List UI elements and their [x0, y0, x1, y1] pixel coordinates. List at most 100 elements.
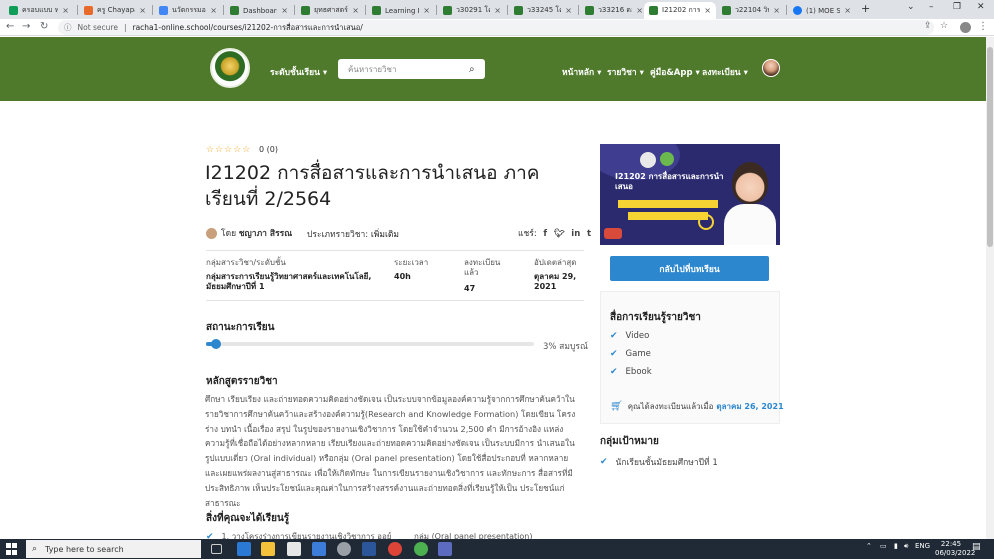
site-icon: [301, 6, 310, 15]
site-icon: [585, 6, 594, 15]
meta-group-value[interactable]: กลุ่มสาระการเรียนรู้วิทยาศาสตร์และเทคโนโ…: [206, 272, 381, 292]
not-secure-icon[interactable]: ⓘ: [64, 22, 72, 33]
browser-tab[interactable]: ครอบแบบ ทุกวิชา×: [4, 2, 74, 19]
tumblr-icon[interactable]: t: [587, 229, 591, 239]
file-explorer-icon[interactable]: [261, 542, 275, 556]
profile-icon[interactable]: [960, 22, 971, 33]
close-icon[interactable]: ×: [494, 6, 501, 15]
course-type: ประเภทรายวิชา: เพิ่มเติม: [307, 230, 399, 240]
reload-icon[interactable]: ↻: [40, 21, 48, 32]
close-icon[interactable]: ×: [704, 6, 711, 15]
status-heading: สถานะการเรียน: [206, 322, 275, 333]
close-icon[interactable]: ×: [565, 6, 572, 15]
app-icon[interactable]: [337, 542, 351, 556]
browser-tab[interactable]: Dashboard ×: [225, 2, 293, 19]
site-icon: [722, 6, 731, 15]
share-icon[interactable]: ⇪: [924, 21, 932, 31]
forward-arrow-icon[interactable]: →: [22, 21, 30, 32]
browser-tab[interactable]: (1) MOE Safe×: [788, 2, 856, 19]
taskbar-search[interactable]: ⌕ Type here to search: [26, 540, 201, 558]
network-icon[interactable]: ▭: [880, 542, 887, 550]
instructor-name[interactable]: ชญาภา สิรรณ: [239, 226, 292, 240]
close-icon[interactable]: ×: [62, 6, 69, 15]
browser-tab[interactable]: ว22104 วิทยาศ×: [717, 2, 785, 19]
search-icon[interactable]: ⌕: [469, 64, 485, 75]
close-icon[interactable]: ×: [210, 6, 217, 15]
progress-bar: [206, 339, 534, 349]
calculator-icon[interactable]: [438, 542, 452, 556]
nav-courses[interactable]: รายวิชา ▾: [607, 65, 644, 79]
back-to-lesson-button[interactable]: กลับไปที่บทเรียน: [610, 256, 769, 281]
close-icon[interactable]: ×: [773, 6, 780, 15]
close-icon[interactable]: ×: [636, 6, 643, 15]
clock[interactable]: 22:45 06/03/2022: [935, 540, 975, 558]
search-input[interactable]: ค้นหารายวิชา: [348, 63, 469, 76]
bookmark-star-icon[interactable]: ☆: [940, 21, 948, 31]
mail-icon[interactable]: [312, 542, 326, 556]
close-icon[interactable]: ×: [281, 6, 288, 15]
curriculum-heading: หลักสูตรรายวิชา: [206, 376, 278, 387]
globe-icon: [640, 152, 656, 168]
windows-start-icon[interactable]: [6, 543, 18, 555]
edge-icon[interactable]: [237, 542, 251, 556]
window-close-icon[interactable]: ✕: [977, 2, 985, 12]
progress-knob: [210, 339, 221, 349]
browser-tab[interactable]: Learning Engage×: [367, 2, 435, 19]
course-cover-image: I21202 การสื่อสารและการนำเสนอ: [600, 144, 780, 245]
close-icon[interactable]: ×: [139, 6, 146, 15]
browser-tab[interactable]: ยุทธศาสตร์ เขียน×: [296, 2, 364, 19]
tab-search-icon[interactable]: ⌄: [907, 2, 915, 12]
media-item-video: ✔ Video: [610, 331, 650, 341]
close-icon[interactable]: ×: [352, 6, 359, 15]
browser-tab[interactable]: ว33245 โครงงาน×: [509, 2, 577, 19]
browser-tab-active[interactable]: I21202 การสื่อ×: [644, 2, 716, 19]
task-view-icon[interactable]: [211, 544, 222, 554]
target-item: ✔ นักเรียนชั้นมัธยมศึกษาปีที่ 1: [600, 457, 718, 468]
chevron-down-icon: ▾: [695, 68, 700, 78]
browser-tab[interactable]: ว30291 โครงงาน×: [438, 2, 506, 19]
meta-enrolled-value: 47: [464, 284, 476, 293]
nav-register[interactable]: ลงทะเบียน ▾: [702, 65, 748, 79]
site-icon: [649, 6, 658, 15]
levels-menu[interactable]: ระดับชั้นเรียน ▾: [270, 65, 327, 79]
store-icon[interactable]: [287, 542, 301, 556]
close-icon[interactable]: ×: [844, 6, 851, 15]
facebook-icon[interactable]: f: [543, 229, 547, 239]
linkedin-icon[interactable]: in: [571, 229, 580, 239]
close-icon[interactable]: ×: [423, 6, 430, 15]
site-icon: [443, 6, 452, 15]
sheets-icon: [9, 6, 18, 15]
course-description: ศึกษา เรียบเรียง และถ่ายทอดความคิดอย่างช…: [205, 394, 576, 508]
volume-icon[interactable]: 🔊︎: [904, 542, 908, 551]
restore-icon[interactable]: ❐: [953, 2, 961, 12]
language-indicator[interactable]: ENG: [915, 542, 930, 550]
chrome-profile-icon[interactable]: [414, 542, 428, 556]
browser-tab[interactable]: ว33216 ดอกเม×: [580, 2, 648, 19]
twitter-icon[interactable]: 🐦︎: [554, 229, 565, 239]
search-bar[interactable]: ค้นหารายวิชา ⌕: [338, 59, 485, 79]
nav-home[interactable]: หน้าหลัก ▾: [562, 65, 601, 79]
word-icon[interactable]: [362, 542, 376, 556]
instructor[interactable]: โดย ชญาภา สิรรณ: [206, 226, 292, 240]
browser-tab[interactable]: ครู Chayapa ×: [79, 2, 151, 19]
site-icon: [514, 6, 523, 15]
back-arrow-icon[interactable]: ←: [6, 21, 14, 32]
cover-title: I21202 การสื่อสารและการนำเสนอ: [615, 172, 724, 191]
browser-tab[interactable]: นวัตกรรมอบรม×: [154, 2, 222, 19]
user-avatar[interactable]: [762, 59, 780, 77]
battery-icon[interactable]: ▮: [894, 542, 898, 550]
tray-chevron-icon[interactable]: ⌃: [866, 542, 872, 550]
browser-menu-icon[interactable]: ⋮: [978, 21, 988, 32]
school-logo[interactable]: [210, 48, 250, 88]
page-scrollbar[interactable]: [986, 37, 994, 539]
site-icon: [230, 6, 239, 15]
nav-manual[interactable]: คู่มือ&App ▾: [650, 65, 700, 79]
media-heading: สื่อการเรียนรู้รายวิชา: [610, 312, 701, 323]
browser-tab-strip: ครอบแบบ ทุกวิชา× ครู Chayapa× นวัตกรรมอบ…: [0, 0, 994, 19]
new-tab-button[interactable]: +: [861, 2, 870, 15]
minimize-icon[interactable]: –: [929, 2, 934, 12]
search-icon: ⌕: [32, 544, 38, 554]
address-bar[interactable]: ⓘ Not secure | racha1-online.school/cour…: [58, 20, 934, 35]
chrome-icon[interactable]: [388, 542, 402, 556]
notification-icon[interactable]: ▤: [972, 542, 981, 552]
